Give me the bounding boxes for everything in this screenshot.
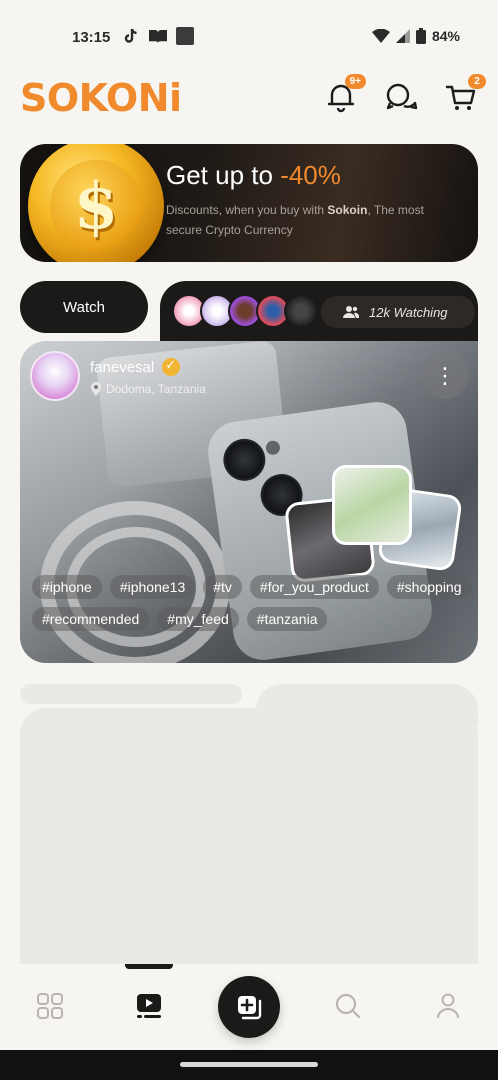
nav-profile[interactable] <box>428 986 468 1026</box>
streamer-location: Dodoma, Tanzania <box>106 382 206 396</box>
product-thumbnail[interactable] <box>332 465 412 545</box>
profile-icon <box>437 993 459 1019</box>
streamer-location-row: Dodoma, Tanzania <box>90 382 206 396</box>
app-square-icon <box>176 27 194 45</box>
video-feed-icon <box>137 994 161 1018</box>
promo-subtitle-before: Discounts, when you buy with <box>166 203 328 217</box>
dollar-sign-icon: $ <box>50 160 142 252</box>
more-options-button[interactable]: ⋮ <box>422 353 468 399</box>
battery-icon <box>415 28 426 44</box>
promo-discount: -40% <box>280 160 341 190</box>
nav-search[interactable] <box>328 986 368 1026</box>
tag-chip[interactable]: #my_feed <box>157 607 239 631</box>
signal-icon <box>395 29 410 43</box>
promo-title: Get up to -40% <box>166 160 341 191</box>
cart-badge: 2 <box>468 74 486 89</box>
bottom-navigation <box>0 964 498 1050</box>
notifications-button[interactable]: 9+ <box>324 74 366 116</box>
wifi-icon <box>371 29 390 43</box>
promo-title-prefix: Get up to <box>166 160 281 190</box>
live-stream-card: Watch 12k Watching fanevesal Dodoma, <box>20 281 478 663</box>
streamer-username-row[interactable]: fanevesal <box>90 357 181 376</box>
cart-button[interactable]: 2 <box>444 74 486 116</box>
tag-chip[interactable]: #iphone <box>32 575 102 599</box>
tag-chip[interactable]: #iphone13 <box>109 575 196 599</box>
add-post-icon <box>238 996 262 1020</box>
tag-list: #iphone #iphone13 #tv #for_you_product #… <box>32 575 472 631</box>
watching-count: 12k Watching <box>369 304 448 320</box>
more-vertical-icon: ⋮ <box>434 363 456 388</box>
promo-subtitle: Discounts, when you buy with Sokoin, The… <box>166 200 456 240</box>
tag-chip[interactable]: #shopping <box>386 575 472 599</box>
loading-card-skeleton-tab <box>256 684 478 724</box>
notifications-badge: 9+ <box>344 74 366 89</box>
status-notification-icons <box>122 27 194 45</box>
watching-count-pill: 12k Watching <box>321 296 475 328</box>
promo-banner[interactable]: $ Get up to -40% Discounts, when you buy… <box>20 144 478 262</box>
streamer-avatar[interactable] <box>30 351 80 401</box>
grid-icon <box>37 993 63 1019</box>
live-video-preview[interactable]: fanevesal Dodoma, Tanzania ⋮ #iphone #ip… <box>20 341 478 663</box>
location-pin-icon <box>91 382 101 396</box>
loading-line-skeleton <box>20 684 242 704</box>
nav-grid[interactable] <box>30 986 70 1026</box>
loading-card-skeleton <box>20 708 478 984</box>
viewer-avatar <box>284 294 318 328</box>
status-right: 84% <box>371 28 460 44</box>
system-navigation-bar <box>0 1050 498 1080</box>
streamer-username: fanevesal <box>90 358 155 376</box>
home-gesture-handle[interactable] <box>180 1062 318 1067</box>
status-bar: 13:15 84% <box>0 0 498 76</box>
search-icon <box>335 993 361 1019</box>
coin-icon: $ <box>28 144 164 262</box>
viewer-avatars[interactable] <box>172 294 318 328</box>
messages-button[interactable] <box>384 80 420 116</box>
battery-percent: 84% <box>431 28 460 44</box>
verified-badge-icon <box>162 357 181 376</box>
watch-button[interactable]: Watch <box>20 281 148 333</box>
sokoni-logo[interactable]: SOKONi <box>20 76 182 120</box>
status-time: 13:15 <box>72 29 111 46</box>
chat-icon <box>386 83 418 110</box>
app-header: SOKONi 9+ 2 <box>0 70 498 126</box>
tag-chip[interactable]: #tv <box>203 575 242 599</box>
add-post-button[interactable] <box>218 976 280 1038</box>
book-icon <box>149 30 167 43</box>
tag-chip[interactable]: #tanzania <box>246 607 328 631</box>
people-icon <box>343 306 359 318</box>
nav-video-feed[interactable] <box>129 986 169 1026</box>
tag-chip[interactable]: #recommended <box>32 607 150 631</box>
tag-chip[interactable]: #for_you_product <box>249 575 379 599</box>
active-tab-indicator <box>125 964 173 969</box>
tiktok-icon <box>124 28 137 43</box>
promo-subtitle-brand: Sokoin <box>327 203 368 217</box>
